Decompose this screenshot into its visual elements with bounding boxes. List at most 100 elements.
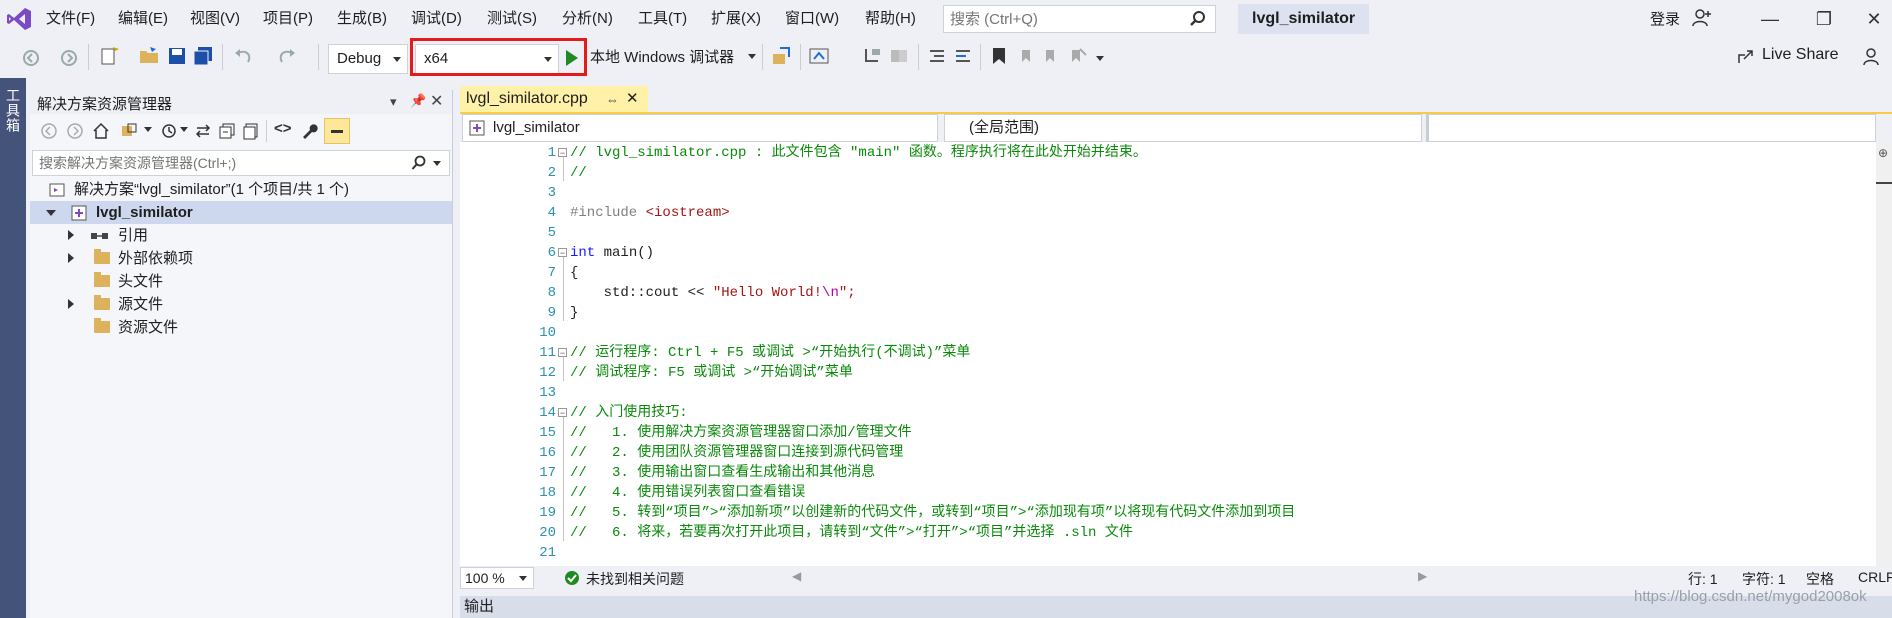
menu-file[interactable]: 文件(F) xyxy=(46,8,95,30)
preview-selected-items-button[interactable] xyxy=(324,118,350,144)
properties-wrench-icon[interactable] xyxy=(300,122,318,140)
char-indicator[interactable]: 字符: 1 xyxy=(1742,569,1786,589)
step-into-icon[interactable] xyxy=(862,45,884,67)
tree-item-source-files[interactable]: 源文件 xyxy=(30,293,452,316)
save-icon[interactable] xyxy=(166,45,188,67)
menu-analyze[interactable]: 分析(N) xyxy=(562,8,613,30)
forward-icon[interactable] xyxy=(66,122,84,140)
tree-item-references[interactable]: 引用 xyxy=(30,224,452,247)
line-number: 12 xyxy=(539,365,556,381)
menu-help[interactable]: 帮助(H) xyxy=(865,8,916,30)
start-debugging-play-icon[interactable] xyxy=(566,50,578,66)
menu-tools[interactable]: 工具(T) xyxy=(638,8,687,30)
start-debugger-button[interactable]: 本地 Windows 调试器 xyxy=(590,46,734,67)
menu-edit[interactable]: 编辑(E) xyxy=(118,8,168,30)
toolbar-overflow-chevron-icon[interactable] xyxy=(1096,56,1104,61)
member-navigation-dropdown[interactable] xyxy=(1426,114,1876,142)
whitespace-indicator[interactable]: 空格 xyxy=(1806,569,1834,589)
previous-bookmark-icon[interactable] xyxy=(1014,45,1036,67)
restore-button[interactable]: ❐ xyxy=(1806,4,1842,34)
bookmark-icon[interactable] xyxy=(988,45,1010,67)
clear-bookmarks-icon[interactable] xyxy=(1066,45,1088,67)
scroll-right-icon[interactable]: ▶ xyxy=(1418,569,1427,583)
tree-item-external-dependencies[interactable]: 外部依赖项 xyxy=(30,247,452,270)
tree-item-project[interactable]: lvgl_similator xyxy=(30,201,452,224)
solution-explorer-title-bar: 解决方案资源管理器 ▾ 📌 ✕ xyxy=(30,90,452,114)
collapse-arrow-icon[interactable] xyxy=(46,210,56,216)
minimize-button[interactable]: — xyxy=(1752,4,1788,34)
live-share-button[interactable]: Live Share xyxy=(1762,46,1839,64)
add-user-icon[interactable] xyxy=(1692,8,1712,28)
tree-item-label: 头文件 xyxy=(118,273,164,290)
menu-window[interactable]: 窗口(W) xyxy=(785,8,839,30)
toolbox-tab[interactable]: 工具箱 xyxy=(3,88,23,133)
home-icon[interactable] xyxy=(92,122,110,140)
next-bookmark-icon[interactable] xyxy=(1040,45,1062,67)
tree-item-header-files[interactable]: 头文件 xyxy=(30,270,452,293)
feedback-person-icon[interactable] xyxy=(1862,46,1884,68)
pin-tab-icon[interactable]: ⇔ xyxy=(606,87,619,113)
uncomment-lines-icon[interactable] xyxy=(952,45,974,67)
menu-build[interactable]: 生成(B) xyxy=(337,8,387,30)
menu-extensions[interactable]: 扩展(X) xyxy=(711,8,761,30)
close-window-button[interactable]: ✕ xyxy=(1856,4,1892,34)
solution-explorer-search-input[interactable] xyxy=(33,151,415,175)
issues-status[interactable]: 未找到相关问题 xyxy=(586,569,684,589)
menu-project[interactable]: 项目(P) xyxy=(263,8,313,30)
attach-process-icon[interactable] xyxy=(770,45,792,67)
fold-toggle-icon[interactable]: − xyxy=(558,148,567,158)
navigate-back-icon[interactable] xyxy=(20,47,42,69)
navigate-forward-icon[interactable] xyxy=(58,47,80,69)
global-search-box[interactable] xyxy=(943,5,1216,33)
fold-toggle-icon[interactable]: − xyxy=(558,348,567,358)
project-navigation-dropdown[interactable]: lvgl_similator xyxy=(462,114,938,142)
expand-arrow-icon[interactable] xyxy=(68,299,74,309)
tree-item-resource-files[interactable]: 资源文件 xyxy=(30,316,452,339)
expand-arrow-icon[interactable] xyxy=(68,253,74,263)
line-ending-indicator[interactable]: CRLF xyxy=(1858,569,1892,585)
chevron-down-icon[interactable] xyxy=(180,127,188,132)
show-all-files-icon[interactable] xyxy=(242,122,260,140)
chevron-down-icon[interactable] xyxy=(144,127,152,132)
preview-icon xyxy=(331,130,343,133)
close-panel-icon[interactable]: ✕ xyxy=(430,91,443,111)
pending-changes-filter-icon[interactable] xyxy=(160,122,178,140)
solution-explorer-search-box[interactable] xyxy=(32,150,450,176)
open-file-icon[interactable] xyxy=(138,45,160,67)
back-icon[interactable] xyxy=(40,122,58,140)
menu-test[interactable]: 测试(S) xyxy=(487,8,537,30)
line-indicator[interactable]: 行: 1 xyxy=(1688,569,1718,589)
switch-views-icon[interactable] xyxy=(120,122,140,140)
menu-debug[interactable]: 调试(D) xyxy=(411,8,462,30)
tree-item-solution[interactable]: 解决方案“lvgl_similator”(1 个项目/共 1 个) xyxy=(30,178,452,201)
expand-arrow-icon[interactable] xyxy=(68,230,74,240)
comment-lines-icon[interactable] xyxy=(926,45,948,67)
solution-configuration-dropdown[interactable]: Debug xyxy=(328,44,408,74)
split-editor-icon[interactable]: ⊕ xyxy=(1878,146,1888,160)
chevron-down-icon[interactable] xyxy=(748,54,756,59)
undo-icon[interactable] xyxy=(232,45,254,67)
vertical-scrollbar[interactable]: ⊕ xyxy=(1876,142,1892,566)
scroll-left-icon[interactable]: ◀ xyxy=(792,569,801,583)
save-all-icon[interactable] xyxy=(192,45,214,67)
collapse-all-icon[interactable] xyxy=(218,122,236,140)
redo-icon[interactable] xyxy=(276,45,298,67)
view-code-icon[interactable]: <> xyxy=(274,120,292,137)
zoom-dropdown[interactable]: 100 % xyxy=(460,567,534,589)
search-options-chevron-icon[interactable] xyxy=(433,161,441,166)
line-number: 1 xyxy=(547,145,556,161)
pin-icon[interactable]: 📌 xyxy=(410,93,426,109)
menu-view[interactable]: 视图(V) xyxy=(190,8,240,30)
login-link[interactable]: 登录 xyxy=(1650,8,1680,29)
close-tab-icon[interactable]: ✕ xyxy=(626,86,639,112)
browser-link-icon[interactable] xyxy=(808,45,830,67)
window-position-dropdown-icon[interactable]: ▾ xyxy=(390,94,397,110)
tab-lvgl-similator-cpp[interactable]: lvgl_similator.cpp ⇔ ✕ xyxy=(460,86,648,114)
global-search-input[interactable] xyxy=(944,6,1192,32)
step-over-icon[interactable] xyxy=(888,45,910,67)
fold-toggle-icon[interactable]: − xyxy=(558,248,567,258)
scope-navigation-dropdown[interactable]: (全局范围) xyxy=(944,114,1422,142)
sync-active-document-icon[interactable] xyxy=(194,122,212,140)
new-project-icon[interactable] xyxy=(98,45,120,67)
fold-toggle-icon[interactable]: − xyxy=(558,408,567,418)
